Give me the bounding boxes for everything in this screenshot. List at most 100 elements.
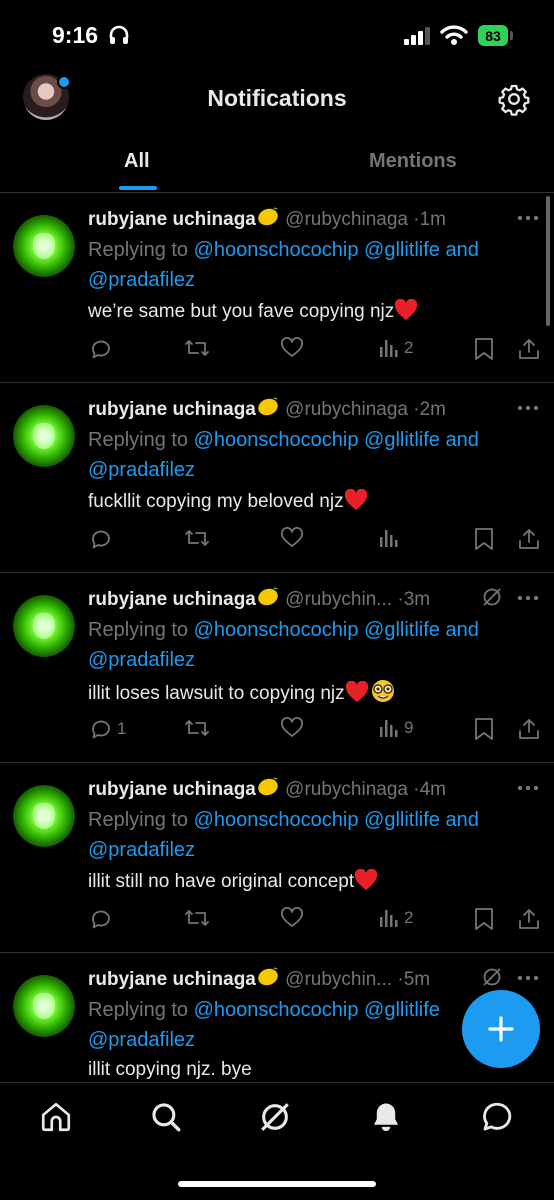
- heart-icon: [281, 527, 303, 547]
- like-button[interactable]: [280, 337, 304, 359]
- reply-icon: [92, 340, 110, 359]
- mention-link[interactable]: @hoonschocochip: [194, 239, 359, 261]
- gear-icon[interactable]: [497, 82, 531, 116]
- retweet-icon: [185, 530, 209, 546]
- more-icon[interactable]: [517, 405, 539, 411]
- bookmark-button[interactable]: [473, 717, 495, 741]
- mention-and[interactable]: and: [446, 239, 479, 261]
- share-button[interactable]: [517, 717, 541, 741]
- mention-link[interactable]: @hoonschocochip: [194, 809, 359, 831]
- heart-icon: [281, 907, 303, 927]
- lemon-emoji-icon: [258, 777, 278, 796]
- status-time: 9:16: [52, 22, 99, 48]
- reply-button[interactable]: [89, 527, 117, 551]
- tweet-text-content: we’re same but you fave copying njz: [88, 301, 395, 322]
- bookmark-button[interactable]: [473, 907, 495, 931]
- tweet-header: rubyjane uchinaga @rubychinaga ·2m: [88, 395, 446, 421]
- author-handle[interactable]: @rubychinaga: [285, 209, 408, 230]
- views-button[interactable]: 2: [378, 337, 413, 359]
- more-icon[interactable]: [517, 785, 539, 791]
- author-name[interactable]: rubyjane uchinaga: [88, 589, 256, 610]
- mention-link[interactable]: @pradafilez: [88, 649, 195, 671]
- tweet-time: 4m: [419, 779, 446, 800]
- tweet-item[interactable]: rubyjane uchinaga @rubychin... ·3m Reply…: [0, 573, 554, 763]
- mention-link[interactable]: @gllitlife: [364, 239, 440, 261]
- nerd-face-emoji-icon: [371, 680, 394, 702]
- author-name[interactable]: rubyjane uchinaga: [88, 399, 256, 420]
- more-icon[interactable]: [517, 975, 539, 981]
- replying-to: Replying to @hoonschocochip @gllitlife a…: [88, 805, 528, 865]
- message-icon[interactable]: [480, 1100, 514, 1134]
- tweet-avatar[interactable]: [13, 595, 75, 657]
- mention-link[interactable]: @hoonschocochip: [194, 999, 359, 1021]
- grok-icon[interactable]: [258, 1100, 292, 1134]
- tweet-avatar[interactable]: [13, 215, 75, 277]
- retweet-button[interactable]: [184, 337, 210, 359]
- share-button[interactable]: [517, 527, 541, 551]
- mention-link[interactable]: @hoonschocochip: [194, 619, 359, 641]
- retweet-button[interactable]: [184, 907, 210, 929]
- mention-and[interactable]: and: [446, 619, 479, 641]
- mention-link[interactable]: @gllitlife: [364, 429, 440, 451]
- mention-link[interactable]: @hoonschocochip: [194, 429, 359, 451]
- search-icon[interactable]: [149, 1100, 183, 1134]
- author-handle[interactable]: @rubychinaga: [285, 779, 408, 800]
- like-button[interactable]: [280, 527, 304, 549]
- red-heart-emoji-icon: [344, 489, 367, 510]
- reply-button[interactable]: [89, 337, 117, 361]
- bell-icon[interactable]: [369, 1100, 403, 1134]
- reply-button[interactable]: 1: [89, 717, 126, 741]
- retweet-button[interactable]: [184, 527, 210, 549]
- mention-and[interactable]: and: [446, 809, 479, 831]
- tweet-item[interactable]: rubyjane uchinaga @rubychinaga ·4m Reply…: [0, 763, 554, 953]
- scrollbar[interactable]: [546, 196, 550, 326]
- tweet-avatar[interactable]: [13, 785, 75, 847]
- home-icon[interactable]: [39, 1100, 73, 1134]
- tweet-item[interactable]: rubyjane uchinaga @rubychinaga ·2m Reply…: [0, 383, 554, 573]
- mention-link[interactable]: @pradafilez: [88, 839, 195, 861]
- plus-icon: [488, 1016, 514, 1042]
- compose-button[interactable]: [462, 990, 540, 1068]
- author-name[interactable]: rubyjane uchinaga: [88, 969, 256, 990]
- replying-prefix: Replying to: [88, 809, 189, 831]
- views-button[interactable]: [378, 527, 404, 549]
- mention-link[interactable]: @pradafilez: [88, 269, 195, 291]
- tweet-avatar[interactable]: [13, 975, 75, 1037]
- reply-button[interactable]: [89, 907, 117, 931]
- mention-and[interactable]: and: [446, 429, 479, 451]
- status-bar: 9:16 83: [0, 0, 554, 70]
- retweet-button[interactable]: [184, 717, 210, 739]
- author-name[interactable]: rubyjane uchinaga: [88, 779, 256, 800]
- author-name[interactable]: rubyjane uchinaga: [88, 209, 256, 230]
- mention-link[interactable]: @pradafilez: [88, 459, 195, 481]
- views-button[interactable]: 2: [378, 907, 413, 929]
- mention-link[interactable]: @gllitlife: [364, 809, 440, 831]
- mention-link[interactable]: @gllitlife: [364, 999, 440, 1021]
- bookmark-button[interactable]: [473, 527, 495, 551]
- tab-all[interactable]: All: [124, 150, 150, 173]
- share-button[interactable]: [517, 907, 541, 931]
- grok-icon[interactable]: [481, 966, 503, 988]
- notification-feed[interactable]: rubyjane uchinaga @rubychinaga ·1m Reply…: [0, 193, 554, 1081]
- tab-mentions[interactable]: Mentions: [369, 150, 457, 173]
- author-handle[interactable]: @rubychin...: [285, 969, 392, 990]
- lemon-emoji-icon: [258, 587, 278, 606]
- author-handle[interactable]: @rubychinaga: [285, 399, 408, 420]
- share-button[interactable]: [517, 337, 541, 361]
- author-handle[interactable]: @rubychin...: [285, 589, 392, 610]
- like-button[interactable]: [280, 907, 304, 929]
- share-icon: [519, 529, 539, 549]
- share-icon: [519, 719, 539, 739]
- more-icon[interactable]: [517, 595, 539, 601]
- bookmark-icon: [475, 908, 493, 930]
- tweet-avatar[interactable]: [13, 405, 75, 467]
- bookmark-button[interactable]: [473, 337, 495, 361]
- mention-link[interactable]: @gllitlife: [364, 619, 440, 641]
- more-icon[interactable]: [517, 215, 539, 221]
- like-button[interactable]: [280, 717, 304, 739]
- mention-link[interactable]: @pradafilez: [88, 1029, 195, 1051]
- tweet-item[interactable]: rubyjane uchinaga @rubychinaga ·1m Reply…: [0, 193, 554, 383]
- tweet-time: 3m: [403, 589, 431, 610]
- grok-icon[interactable]: [481, 586, 503, 608]
- views-button[interactable]: 9: [378, 717, 413, 739]
